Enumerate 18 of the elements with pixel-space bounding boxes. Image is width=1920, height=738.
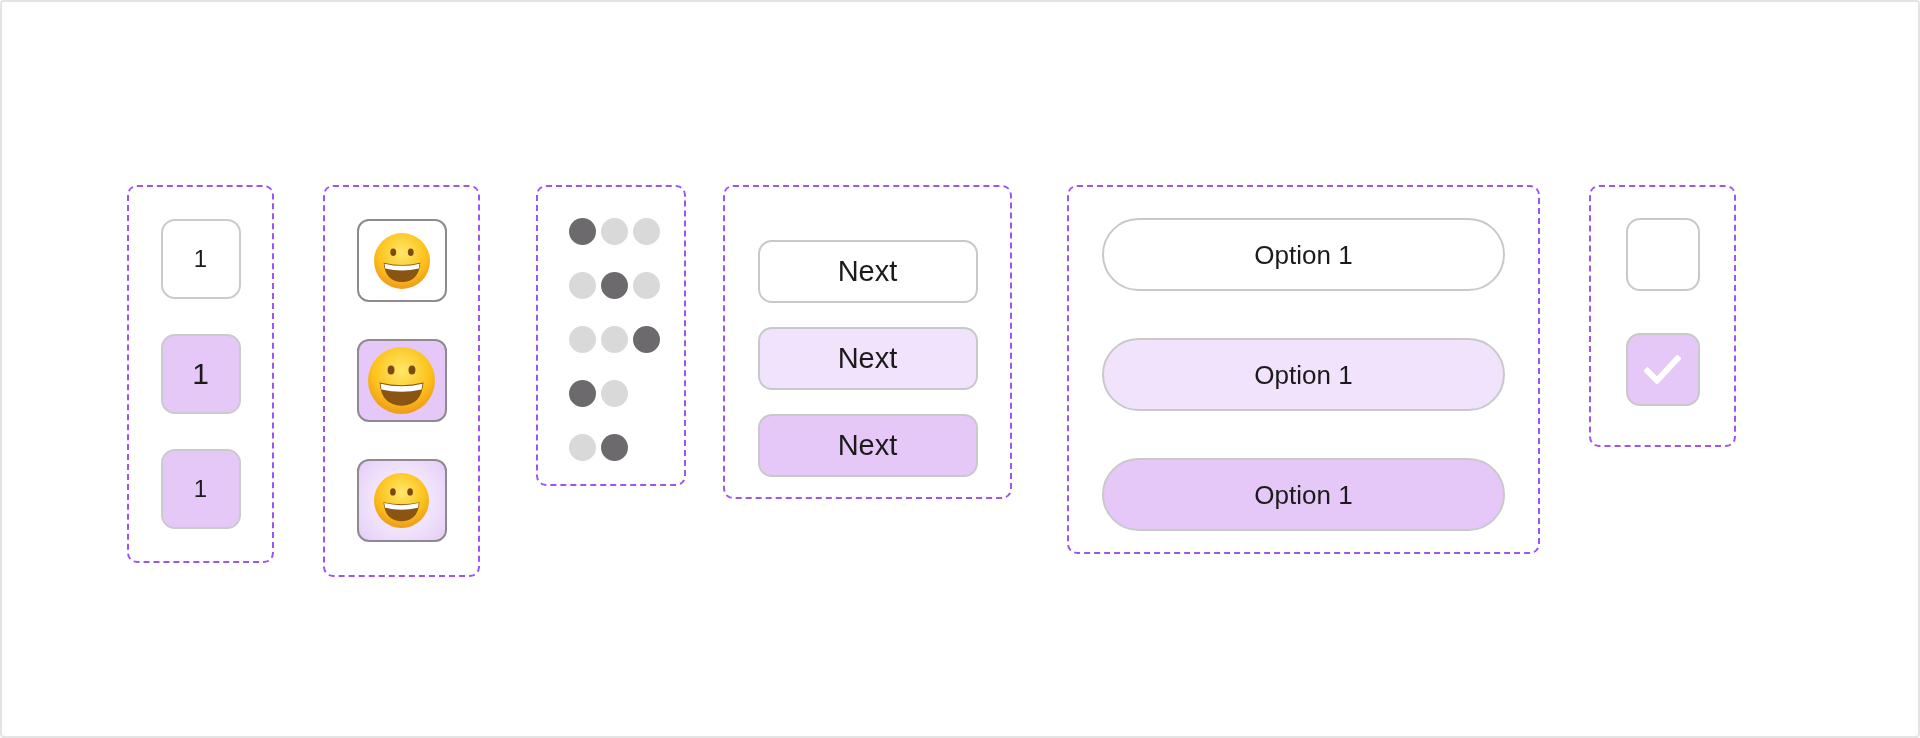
next-button[interactable]: Next xyxy=(757,240,978,303)
number-tile[interactable]: 1 xyxy=(160,219,241,299)
checkmark-icon xyxy=(1644,355,1681,384)
option-button[interactable]: Option 1 xyxy=(1102,218,1505,291)
number-tile[interactable]: 1 xyxy=(160,334,241,414)
checkbox[interactable] xyxy=(1625,333,1700,406)
option-button[interactable]: Option 1 xyxy=(1102,458,1505,531)
number-tile[interactable]: 1 xyxy=(160,449,241,529)
emoji-tile[interactable] xyxy=(356,219,447,302)
emoji-tile[interactable] xyxy=(356,339,447,422)
next-button[interactable]: Next xyxy=(757,327,978,390)
next-button[interactable]: Next xyxy=(757,414,978,477)
emoji-tile[interactable] xyxy=(356,459,447,542)
checkbox[interactable] xyxy=(1625,218,1700,291)
option-button[interactable]: Option 1 xyxy=(1102,338,1505,411)
grinning-face-icon xyxy=(368,347,435,414)
grinning-face-icon xyxy=(373,232,430,289)
grinning-face-icon xyxy=(374,473,429,528)
